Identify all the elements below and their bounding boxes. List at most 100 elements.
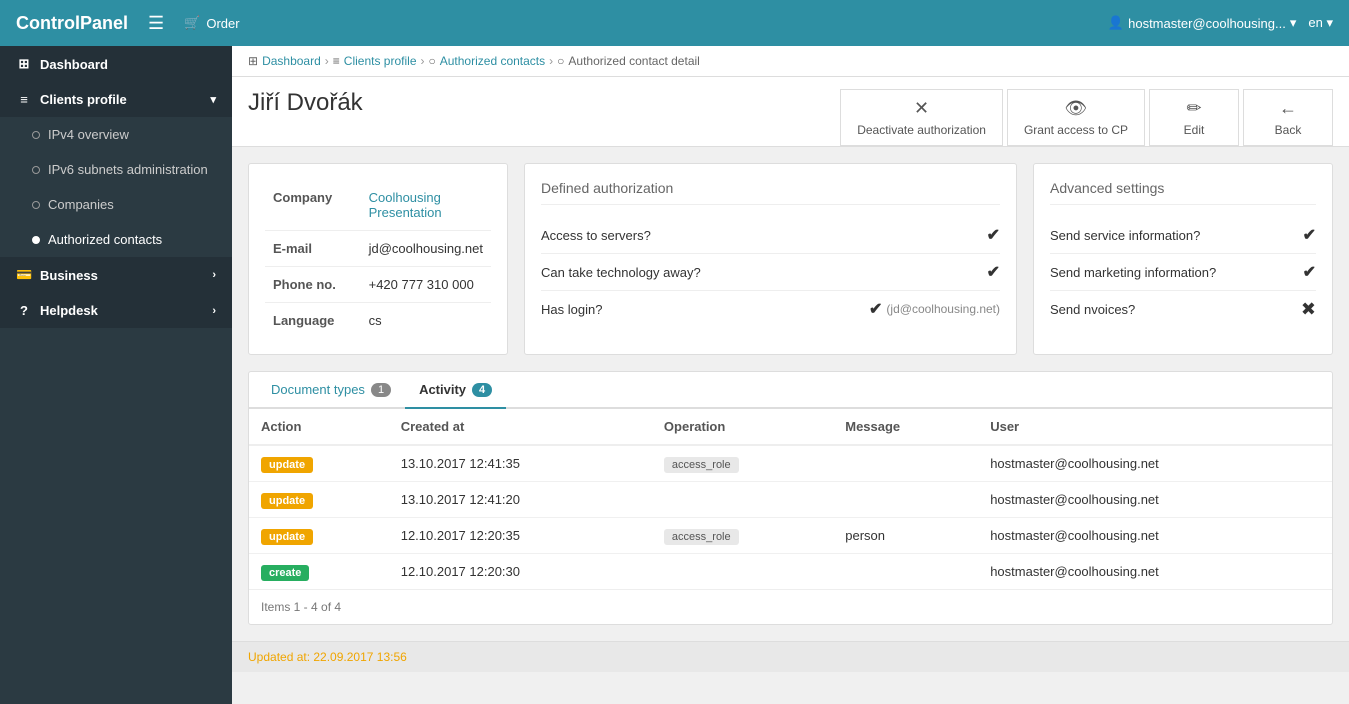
deactivate-label: Deactivate authorization (857, 123, 986, 137)
action-cell: update (249, 445, 389, 482)
updated-at: Updated at: 22.09.2017 13:56 (248, 650, 407, 664)
created-at-cell: 12.10.2017 12:20:35 (389, 518, 652, 554)
col-created-at: Created at (389, 409, 652, 445)
table-row: E-mail jd@coolhousing.net (265, 231, 491, 267)
auth-row-has-login: Has login? ✔ (jd@coolhousing.net) (541, 291, 1000, 327)
lang-label: en (1308, 15, 1322, 30)
table-row: Phone no. +420 777 310 000 (265, 267, 491, 303)
auth-label: Access to servers? (541, 228, 987, 243)
table-row: update 13.10.2017 12:41:35 access_role h… (249, 445, 1332, 482)
grant-access-button[interactable]: 👁 Grant access to CP (1007, 89, 1145, 146)
user-email: hostmaster@coolhousing... (1128, 16, 1286, 31)
action-badge: create (261, 565, 309, 581)
breadcrumb-authorized-contacts[interactable]: Authorized contacts (440, 54, 545, 68)
sidebar-item-business[interactable]: 💳 Business › (0, 257, 232, 293)
sidebar-item-label: IPv6 subnets administration (48, 162, 216, 177)
adv-label: Send service information? (1050, 228, 1303, 243)
tab-document-types[interactable]: Document types 1 (257, 372, 405, 409)
operation-cell (652, 482, 833, 518)
check-no-icon: ✖ (1301, 299, 1316, 320)
sidebar-item-authorized-contacts[interactable]: Authorized contacts (0, 222, 232, 257)
breadcrumb-clients-profile[interactable]: Clients profile (344, 54, 417, 68)
table-row: create 12.10.2017 12:20:30 hostmaster@co… (249, 554, 1332, 590)
phone-label: Phone no. (265, 267, 361, 303)
order-nav-item[interactable]: 🛒 Order (184, 15, 239, 31)
company-value[interactable]: Coolhousing Presentation (369, 190, 442, 220)
language-selector[interactable]: en ▾ (1308, 15, 1333, 31)
action-cell: update (249, 482, 389, 518)
sidebar-item-label: Companies (48, 197, 216, 212)
created-at-cell: 13.10.2017 12:41:20 (389, 482, 652, 518)
brand-logo: ControlPanel (16, 13, 128, 34)
dashboard-icon: ⊞ (16, 56, 32, 72)
sidebar-item-ipv4[interactable]: IPv4 overview (0, 117, 232, 152)
tab-label: Activity (419, 382, 466, 397)
action-badge: update (261, 493, 313, 509)
list-icon: ≡ (16, 92, 32, 107)
message-cell (833, 482, 978, 518)
action-badge: update (261, 529, 313, 545)
table-row: update 12.10.2017 12:20:35 access_role p… (249, 518, 1332, 554)
auth-row-access-servers: Access to servers? ✔ (541, 217, 1000, 254)
sidebar-item-companies[interactable]: Companies (0, 187, 232, 222)
page-footer: Updated at: 22.09.2017 13:56 (232, 641, 1349, 672)
user-chevron-icon: ▾ (1290, 15, 1297, 31)
sidebar-item-label: Helpdesk (40, 303, 204, 318)
sidebar-item-label: Authorized contacts (48, 232, 216, 247)
phone-value: +420 777 310 000 (361, 267, 491, 303)
operation-cell: access_role (652, 445, 833, 482)
content-bottom: Document types 1 Activity 4 Action Creat… (232, 371, 1349, 641)
col-operation: Operation (652, 409, 833, 445)
operation-cell (652, 554, 833, 590)
grant-access-label: Grant access to CP (1024, 123, 1128, 137)
operation-badge: access_role (664, 457, 739, 473)
sidebar-item-clients-profile[interactable]: ≡ Clients profile ▾ (0, 82, 232, 117)
action-badge: update (261, 457, 313, 473)
message-cell: person (833, 518, 978, 554)
tabs-container: Document types 1 Activity 4 Action Creat… (248, 371, 1333, 625)
sidebar-item-ipv6[interactable]: IPv6 subnets administration (0, 152, 232, 187)
action-cell: create (249, 554, 389, 590)
page-actions: ✕ Deactivate authorization 👁 Grant acces… (840, 89, 1333, 146)
page-title: Jiří Dvořák (248, 89, 363, 129)
language-value: cs (361, 303, 491, 339)
check-yes-icon: ✔ (987, 225, 1000, 245)
menu-icon[interactable]: ☰ (148, 13, 164, 34)
table-row: Language cs (265, 303, 491, 339)
contact-info-card: Company Coolhousing Presentation E-mail … (248, 163, 508, 355)
action-cell: update (249, 518, 389, 554)
breadcrumb-icon4: ○ (557, 54, 564, 68)
email-label: E-mail (265, 231, 361, 267)
check-yes-icon: ✔ (1303, 225, 1316, 245)
back-button[interactable]: ← Back (1243, 89, 1333, 146)
deactivate-authorization-button[interactable]: ✕ Deactivate authorization (840, 89, 1003, 146)
breadcrumb-dashboard[interactable]: Dashboard (262, 54, 321, 68)
user-cell: hostmaster@coolhousing.net (978, 482, 1332, 518)
chevron-down-icon: ▾ (210, 93, 216, 106)
user-cell: hostmaster@coolhousing.net (978, 554, 1332, 590)
login-info: (jd@coolhousing.net) (886, 302, 1000, 316)
operation-badge: access_role (664, 529, 739, 545)
table-row: update 13.10.2017 12:41:20 hostmaster@co… (249, 482, 1332, 518)
email-value: jd@coolhousing.net (361, 231, 491, 267)
edit-label: Edit (1184, 123, 1205, 137)
adv-label: Send marketing information? (1050, 265, 1303, 280)
tab-activity[interactable]: Activity 4 (405, 372, 506, 409)
user-menu[interactable]: 👤 hostmaster@coolhousing... ▾ (1108, 15, 1296, 31)
operation-cell: access_role (652, 518, 833, 554)
advanced-settings-card: Advanced settings Send service informati… (1033, 163, 1333, 355)
message-cell (833, 554, 978, 590)
tab-header: Document types 1 Activity 4 (249, 372, 1332, 409)
breadcrumb-icon: ⊞ (248, 54, 258, 68)
sidebar-item-dashboard[interactable]: ⊞ Dashboard (0, 46, 232, 82)
edit-button[interactable]: ✏ Edit (1149, 89, 1239, 146)
back-label: Back (1275, 123, 1302, 137)
nav-dot (32, 201, 40, 209)
top-nav: ControlPanel ☰ 🛒 Order 👤 hostmaster@cool… (0, 0, 1349, 46)
defined-auth-card: Defined authorization Access to servers?… (524, 163, 1017, 355)
question-icon: ? (16, 303, 32, 318)
sidebar-item-helpdesk[interactable]: ? Helpdesk › (0, 293, 232, 328)
adv-label: Send nvoices? (1050, 302, 1301, 317)
message-cell (833, 445, 978, 482)
main-content: ⊞ Dashboard › ≡ Clients profile › ○ Auth… (232, 46, 1349, 704)
